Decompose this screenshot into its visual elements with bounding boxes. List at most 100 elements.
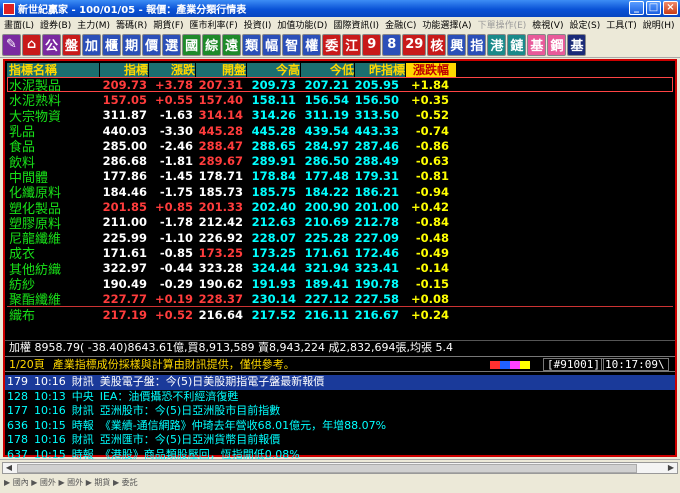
news-source: 財訊 xyxy=(71,433,94,446)
table-row[interactable]: 中間體 177.86 -1.45 178.71 178.84 177.48 179.31 -0… xyxy=(7,169,673,186)
toolbar-button[interactable]: 委 xyxy=(322,33,342,56)
table-row[interactable]: 尼龍纖維 225.99 -1.10 226.92 228.07 225.28 227.09-… xyxy=(7,230,673,248)
scroll-left-icon[interactable]: ◀ xyxy=(3,463,15,473)
menu-item[interactable]: 期貨(F) xyxy=(151,18,187,31)
toolbar-button[interactable]: 智 xyxy=(282,33,302,56)
toolbar-button[interactable]: 港 xyxy=(487,33,507,56)
news-item[interactable]: 636 10:15 時報 《業績-通信網路》仲琦去年營收68.01億元，年增88.07… xyxy=(5,419,675,434)
window-title: 新世紀贏家 - 100/01/05 - 報價：產業分類行情表 xyxy=(18,5,247,16)
news-item[interactable]: 177 10:16 財訊 亞洲股市：今(5)日亞洲股市目前指數 xyxy=(5,404,675,419)
page-indicator: 1/20頁 xyxy=(9,358,45,371)
menu-item[interactable]: 檢視(V) xyxy=(530,18,567,31)
menu-item[interactable]: 籌碼(R) xyxy=(114,18,151,31)
cell-value: 289.91 xyxy=(251,154,296,169)
menu-item[interactable]: 設定(S) xyxy=(567,18,604,31)
cell-value: 205.95 xyxy=(354,77,399,92)
toolbar-button[interactable]: 公 xyxy=(42,33,62,56)
cell-value: +0.42 xyxy=(410,200,449,215)
table-row[interactable]: 成衣 171.61 -0.85 173.25 173.25 171.61 172.46 -0.… xyxy=(7,245,673,263)
menu-item[interactable]: 加值功能(D) xyxy=(275,18,331,31)
tool-icon[interactable]: ✎ xyxy=(2,33,21,56)
menu-item[interactable]: 畫面(L) xyxy=(2,18,38,31)
menu-item[interactable]: 匯市利率(F) xyxy=(188,18,242,31)
home-icon[interactable]: ⌂ xyxy=(22,33,41,56)
toolbar-button[interactable]: 8 xyxy=(382,33,402,56)
horizontal-scrollbar[interactable]: ◀ ▶ xyxy=(2,462,678,474)
menu-item[interactable]: 功能選擇(A) xyxy=(420,18,475,31)
toolbar-button[interactable]: 興 xyxy=(447,33,467,56)
table-row[interactable]: 聚酯纖維 227.77 +0.19 228.37 230.14 227.12 227.58 +… xyxy=(7,291,673,309)
menu-item[interactable]: 下單操作(E) xyxy=(476,18,531,31)
cell-value: 185.75 xyxy=(251,184,296,199)
table-row[interactable]: 水泥製品 209.73 +3.78 207.31 209.73 207.21 205.95 +… xyxy=(7,77,673,94)
status-bar: ◀ ▶ ▶ 國內 ▶ 國外 ▶ 國外 ▶ 期貨 ▶ 委託 xyxy=(0,459,680,493)
column-header[interactable]: 今低 xyxy=(301,62,354,77)
toolbar-button[interactable]: 基 xyxy=(567,33,587,56)
page-code[interactable]: [#91001] xyxy=(543,358,604,371)
column-header[interactable]: 漲跌幅 xyxy=(406,62,456,77)
column-header[interactable]: 開盤 xyxy=(196,62,246,77)
menu-item[interactable]: 說明(H) xyxy=(641,18,679,31)
maximize-button[interactable]: □ xyxy=(646,1,661,15)
menu-item[interactable]: 投資(I) xyxy=(242,18,276,31)
toolbar-button[interactable]: 盤 xyxy=(62,33,82,56)
news-headline: 亞洲匯市：今(5)日亞洲貨幣目前報價 xyxy=(99,433,281,446)
column-header[interactable]: 今高 xyxy=(247,62,300,77)
table-row[interactable]: 塑膠原料 211.00 -1.78 212.42 212.63 210.69 212.78-… xyxy=(7,215,673,232)
cell-value: 314.26 xyxy=(251,108,296,123)
menu-item[interactable]: 國際資訊(I) xyxy=(331,18,383,31)
news-item[interactable]: 128 10:13 中央 IEA：油價攝恐不利經濟復甦 xyxy=(5,390,675,405)
news-time: 10:16 xyxy=(34,404,66,417)
table-row[interactable]: 織布 217.19 +0.52 216.64 217.52 216.11 216.67 +0.… xyxy=(7,306,673,324)
cell-value: 314.14 xyxy=(198,108,243,123)
toolbar-button[interactable]: 基 xyxy=(527,33,547,56)
toolbar-button[interactable]: 選 xyxy=(162,33,182,56)
scroll-right-icon[interactable]: ▶ xyxy=(665,463,677,473)
cell-value: 323.41 xyxy=(354,261,399,276)
toolbar-button[interactable]: 價 xyxy=(142,33,162,56)
menu-item[interactable]: 主力(M) xyxy=(75,18,114,31)
toolbar-button[interactable]: 鏈 xyxy=(507,33,527,56)
table-row[interactable]: 其他紡織 322.97 -0.44 323.28 324.44 321.94 323.41-… xyxy=(7,261,673,278)
table-row[interactable]: 塑化製品 201.85 +0.85 201.33 202.40 200.90 201.00 +… xyxy=(7,199,673,217)
table-row[interactable]: 大宗物資 311.87 -1.63 314.14 314.26 311.19 313.50-… xyxy=(7,108,673,125)
cell-value: 216.64 xyxy=(198,307,243,322)
table-row[interactable]: 水泥熟料 157.05 +0.55 157.40 158.11 156.54 156.50 +… xyxy=(7,92,673,110)
toolbar-button[interactable]: 江 xyxy=(342,33,362,56)
news-item[interactable]: 179 10:16 財訊 美股電子盤：今(5)日美股期指電子盤最新報價 xyxy=(5,375,675,390)
minimize-button[interactable]: _ xyxy=(629,1,644,15)
cell-value: 445.28 xyxy=(198,123,243,138)
toolbar-button[interactable]: 遠 xyxy=(222,33,242,56)
close-button[interactable]: × xyxy=(663,1,678,15)
menu-item[interactable]: 金融(C) xyxy=(383,18,420,31)
news-item[interactable]: 178 10:16 財訊 亞洲匯市：今(5)日亞洲貨幣目前報價 xyxy=(5,433,675,448)
table-row[interactable]: 乳品 440.03 -3.30 445.28 445.28 439.54 443.33 -0.… xyxy=(7,123,673,141)
toolbar-button[interactable]: 綜 xyxy=(202,33,222,56)
toolbar-button[interactable]: 國 xyxy=(182,33,202,56)
toolbar-button[interactable]: 權 xyxy=(302,33,322,56)
cell-value: 173.25 xyxy=(198,245,243,260)
menu-item[interactable]: 證券(B) xyxy=(38,18,75,31)
column-header[interactable]: 昨指標 xyxy=(355,62,405,77)
table-row[interactable]: 化纖原料 184.46 -1.75 185.73 185.75 184.22 186.21-… xyxy=(7,184,673,202)
toolbar-button[interactable]: 類 xyxy=(242,33,262,56)
toolbar-button[interactable]: 櫃 xyxy=(102,33,122,56)
toolbar-button[interactable]: 核 xyxy=(427,33,447,56)
toolbar-button[interactable]: 幅 xyxy=(262,33,282,56)
table-row[interactable]: 紡紗 190.49 -0.29 190.62 191.93 189.41 190.78 -0.… xyxy=(7,276,673,294)
toolbar-button[interactable]: 期 xyxy=(122,33,142,56)
toolbar-button[interactable]: 9 xyxy=(362,33,382,56)
toolbar-button[interactable]: 鋼 xyxy=(547,33,567,56)
toolbar-button[interactable]: 加 xyxy=(82,33,102,56)
color-bars xyxy=(490,361,530,369)
table-row[interactable]: 食品 285.00 -2.46 288.47 288.65 284.97 287.46 -0.… xyxy=(7,138,673,156)
scroll-thumb[interactable] xyxy=(17,464,637,473)
cell-value: 288.47 xyxy=(198,138,243,153)
menu-item[interactable]: 工具(T) xyxy=(604,18,641,31)
table-row[interactable]: 飲料 286.68 -1.81 289.67 289.91 286.50 288.49 -0.… xyxy=(7,153,673,171)
cell-value: -3.30 xyxy=(159,123,193,138)
column-header[interactable]: 指標 xyxy=(100,62,148,77)
toolbar-button[interactable]: 29 xyxy=(402,33,427,56)
toolbar-button[interactable]: 指 xyxy=(467,33,487,56)
column-header[interactable]: 漲跌 xyxy=(149,62,195,77)
